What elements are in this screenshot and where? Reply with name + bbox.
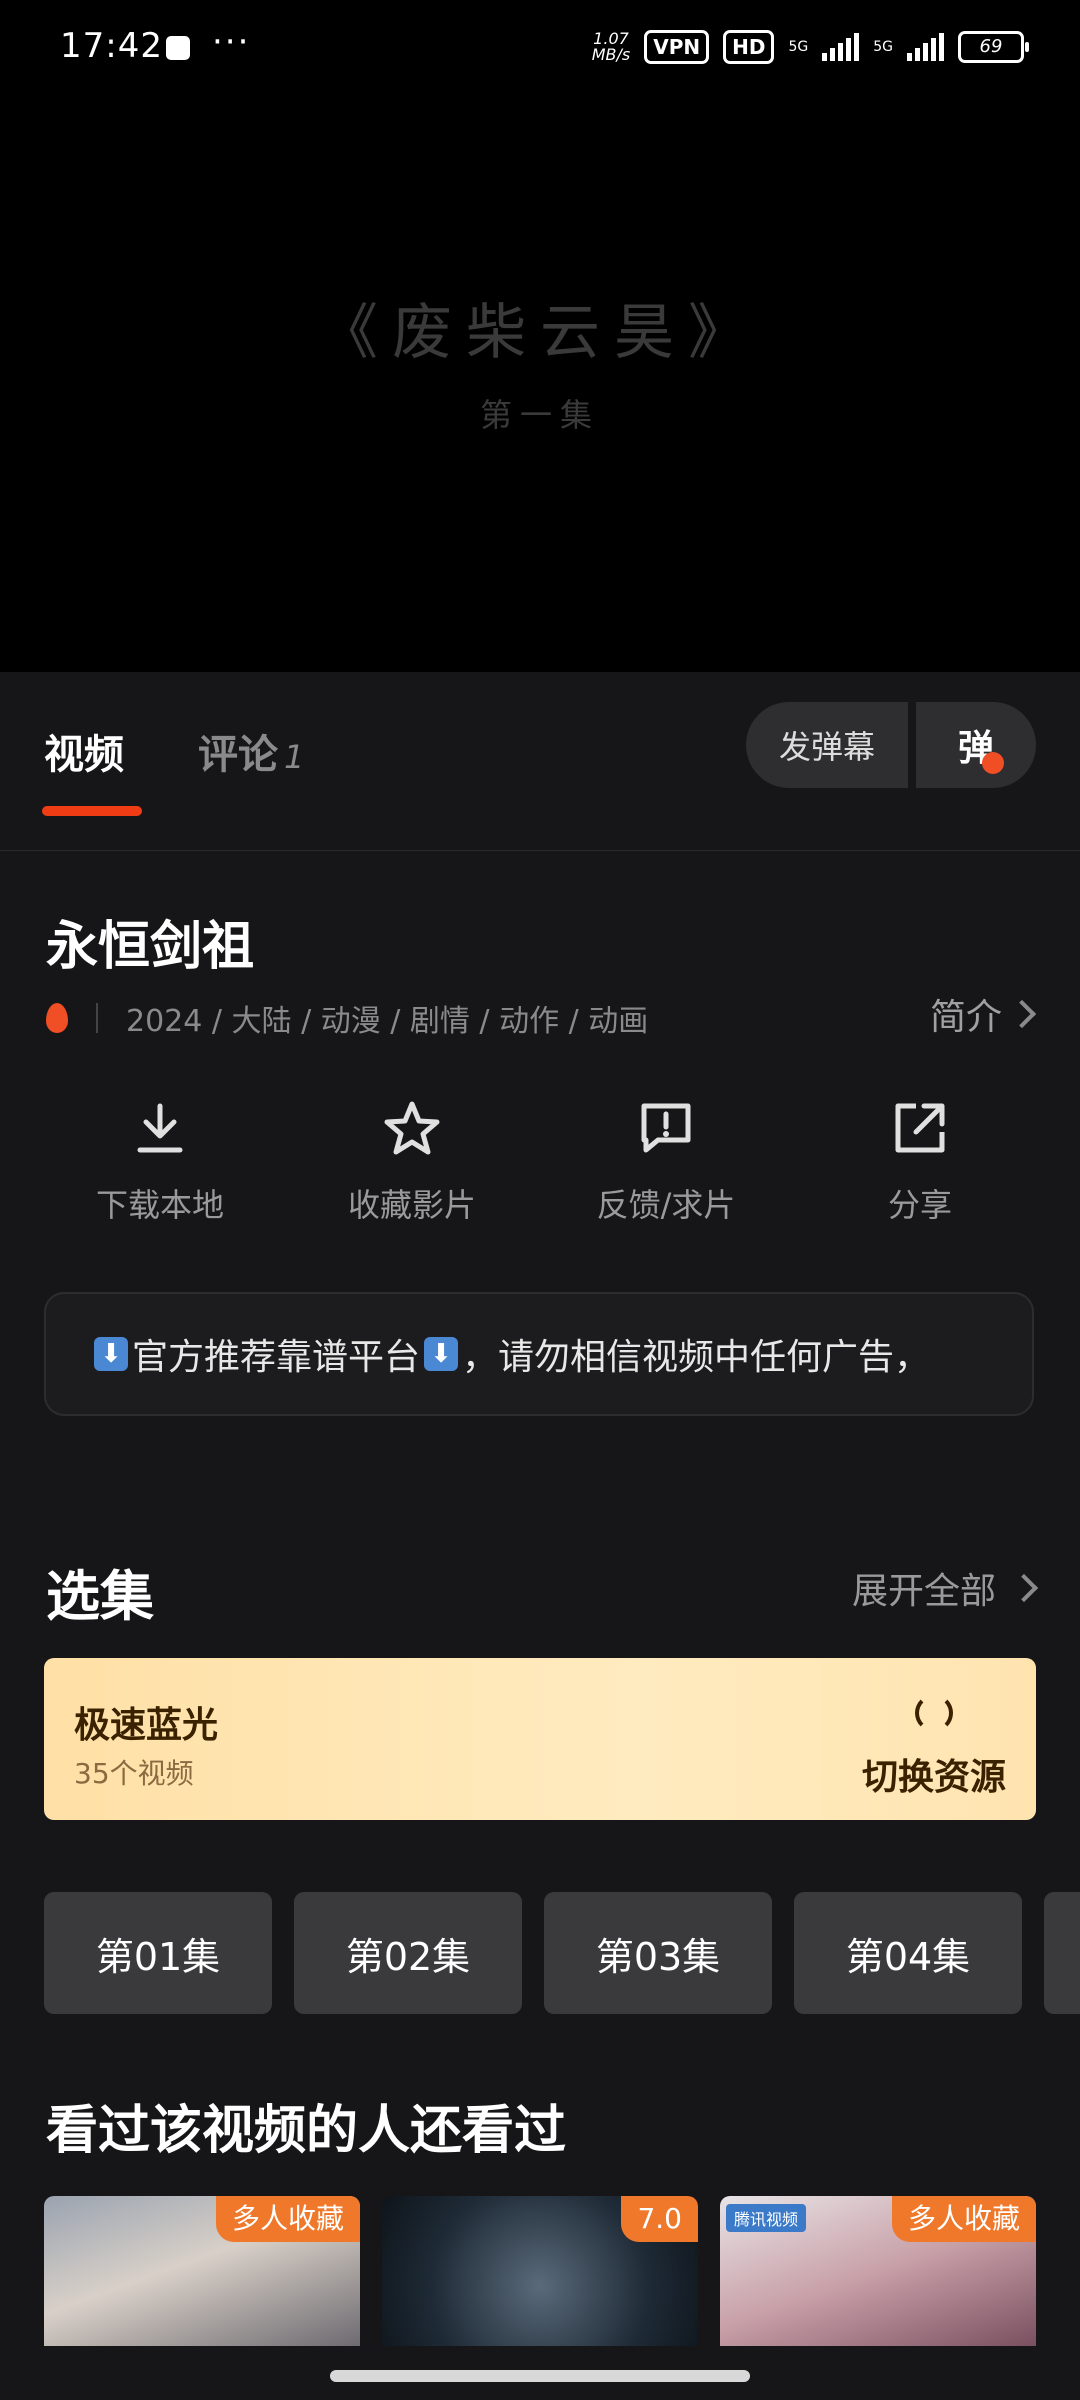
star-icon: [384, 1101, 440, 1155]
video-player[interactable]: 《废柴云昊》 第一集: [0, 0, 1080, 672]
chevron-right-icon: [1007, 999, 1037, 1029]
episodes-section-title: 选集: [46, 1565, 154, 1628]
network-label-2: 5G: [873, 39, 893, 55]
video-title-card: 《废柴云昊》: [318, 298, 762, 368]
feedback-icon: [641, 1103, 691, 1153]
status-bar: 17:42 ··· 1.07 MB/s VPN HD 5G 5G 69: [0, 0, 1080, 100]
refresh-icon: [914, 1694, 953, 1732]
vpn-icon: VPN: [644, 30, 710, 64]
show-meta: 2024 / 大陆 / 动漫 / 剧情 / 动作 / 动画: [46, 996, 648, 1040]
episode-button-02[interactable]: 第02集: [294, 1892, 522, 2014]
recommend-card-1[interactable]: 多人收藏: [44, 2196, 360, 2346]
hd-icon: HD: [723, 30, 775, 64]
video-episode-card: 第一集: [479, 396, 600, 434]
source-selector[interactable]: 极速蓝光 35个视频 切换资源: [44, 1658, 1036, 1820]
send-danmu-button[interactable]: 发弹幕: [746, 702, 908, 788]
episode-button-03[interactable]: 第03集: [544, 1892, 772, 2014]
signal-icon-2: [907, 33, 944, 61]
network-speed: 1.07 MB/s: [591, 29, 631, 64]
episode-button-04[interactable]: 第04集: [794, 1892, 1022, 2014]
hot-fire-icon: [46, 1003, 68, 1033]
notice-banner: ⬇ 官方推荐靠谱平台 ⬇ ，请勿相信视频中任何广告，: [44, 1292, 1034, 1416]
down-arrow-emoji-icon: ⬇: [424, 1337, 459, 1371]
recommend-section-title: 看过该视频的人还看过: [46, 2101, 567, 2161]
danmu-toggle-button[interactable]: 弹: [916, 702, 1036, 788]
expand-all-link[interactable]: 展开全部: [852, 1562, 1039, 1614]
download-button[interactable]: 下载本地: [50, 1100, 270, 1226]
active-tab-indicator: [42, 806, 142, 816]
recommend-badge: 多人收藏: [891, 2196, 1036, 2242]
source-video-count: 35个视频: [74, 1757, 194, 1790]
recommend-badge: 多人收藏: [215, 2196, 360, 2242]
network-label-1: 5G: [788, 39, 809, 55]
danmu-enabled-check-icon: [982, 752, 1004, 774]
show-title: 永恒剑祖: [46, 917, 255, 977]
more-notifications-icon: ···: [212, 22, 251, 62]
episode-button-05-partial[interactable]: [1044, 1892, 1080, 2014]
share-button[interactable]: 分享: [810, 1100, 1030, 1226]
favorite-button[interactable]: 收藏影片: [302, 1100, 522, 1226]
comment-count: 1: [284, 738, 305, 776]
meta-divider: [96, 1003, 98, 1033]
down-arrow-emoji-icon: ⬇: [94, 1337, 128, 1371]
home-indicator[interactable]: [330, 2370, 750, 2382]
qq-notification-icon: [166, 36, 190, 60]
switch-source-button[interactable]: 切换资源: [862, 1694, 1006, 1800]
intro-link[interactable]: 简介: [930, 988, 1037, 1040]
tab-video[interactable]: 视频: [44, 722, 124, 780]
episode-button-01[interactable]: 第01集: [44, 1892, 272, 2014]
chevron-right-icon: [1009, 1573, 1039, 1603]
share-icon: [895, 1103, 945, 1153]
battery-icon: 69: [958, 31, 1029, 63]
platform-tag: 腾讯视频: [726, 2204, 807, 2232]
episode-list: 第01集 第02集 第03集 第04集: [44, 1892, 1080, 2014]
feedback-button[interactable]: 反馈/求片: [556, 1100, 776, 1226]
tab-comments[interactable]: 评论 1: [198, 722, 304, 780]
clock: 17:42: [60, 26, 163, 66]
download-icon: [137, 1103, 183, 1153]
signal-icon-1: [822, 33, 860, 61]
recommend-rating: 7.0: [621, 2196, 698, 2242]
show-meta-text: 2024 / 大陆 / 动漫 / 剧情 / 动作 / 动画: [126, 1004, 649, 1039]
detail-tabs: 视频 评论 1 发弹幕 弹: [0, 672, 1080, 851]
recommend-card-3[interactable]: 腾讯视频 多人收藏: [720, 2196, 1036, 2346]
recommend-card-2[interactable]: 7.0: [382, 2196, 698, 2346]
source-name: 极速蓝光: [74, 1705, 219, 1746]
action-bar: 下载本地 收藏影片 反馈/求片 分享: [0, 1100, 1080, 1250]
